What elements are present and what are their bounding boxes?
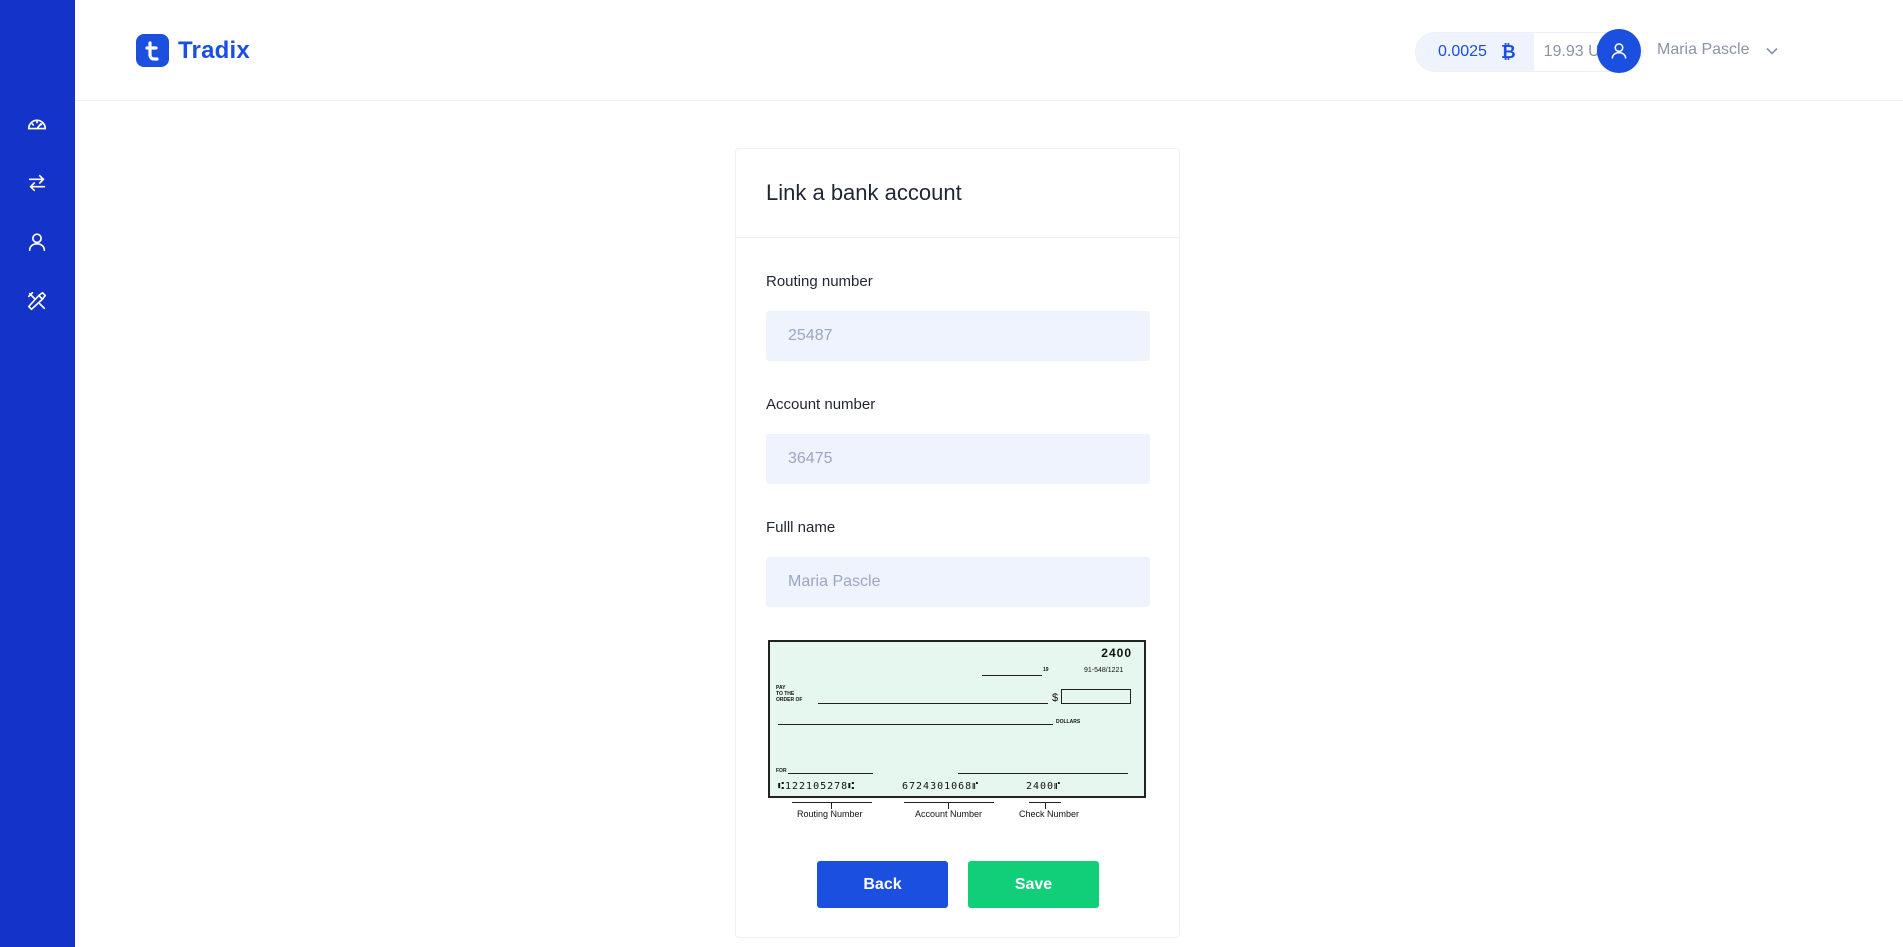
- arrows-exchange-icon[interactable]: [25, 171, 49, 195]
- routing-number-label: Routing number: [766, 273, 873, 290]
- btc-balance: 0.0025 ₿: [1416, 33, 1534, 71]
- check-caption: Check Number: [1019, 809, 1080, 819]
- memo-line: [788, 773, 873, 774]
- bitcoin-icon: ₿: [1500, 41, 1516, 62]
- check-bracket-tick: [1045, 802, 1046, 809]
- link-bank-card: Link a bank account Routing number Accou…: [735, 148, 1180, 938]
- sample-check-illustration: 2400 19 91-548/1221 PAY TO THE ORDER OF …: [768, 640, 1148, 820]
- chevron-down-icon[interactable]: [1765, 44, 1779, 58]
- dollars-label: DOLLARS: [1056, 719, 1081, 725]
- account-number-label: Account number: [766, 396, 876, 413]
- top-bar: Tradix 0.0025 ₿ 19.93 USD Maria Pascle: [75, 0, 1903, 101]
- pay-to-label-3: ORDER OF: [776, 697, 803, 703]
- card-header: Link a bank account: [736, 149, 1179, 238]
- amount-words-line: [778, 724, 1053, 725]
- routing-number-input[interactable]: [766, 311, 1150, 361]
- date-line: [982, 675, 1042, 676]
- back-button[interactable]: Back: [817, 861, 948, 908]
- for-label: FOR: [776, 768, 787, 774]
- date-year: 19: [1043, 667, 1049, 673]
- brand-name: Tradix: [178, 36, 250, 64]
- user-name[interactable]: Maria Pascle: [1657, 41, 1749, 59]
- micr-account: 6724301068⑈: [902, 781, 980, 792]
- user-icon[interactable]: [25, 230, 49, 254]
- save-button[interactable]: Save: [968, 861, 1099, 908]
- check-image: 2400 19 91-548/1221 PAY TO THE ORDER OF …: [768, 640, 1146, 798]
- account-bracket: [904, 802, 994, 803]
- full-name-label: Fulll name: [766, 519, 836, 536]
- full-name-input[interactable]: [766, 557, 1150, 607]
- btc-amount: 0.0025: [1438, 43, 1487, 60]
- amount-box: [1061, 689, 1131, 704]
- user-avatar-icon: [1611, 43, 1627, 59]
- gauge-icon[interactable]: [25, 112, 49, 136]
- avatar[interactable]: [1597, 29, 1641, 73]
- brand-logo[interactable]: Tradix: [136, 34, 250, 67]
- account-caption: Account Number: [915, 809, 983, 819]
- logo-icon: [136, 34, 169, 67]
- payee-line: [818, 703, 1048, 704]
- account-number-input[interactable]: [766, 434, 1150, 484]
- account-bracket-tick: [948, 802, 949, 809]
- tools-icon[interactable]: [25, 289, 49, 313]
- micr-routing: ⑆122105278⑆: [778, 781, 856, 792]
- routing-bracket: [792, 802, 872, 803]
- sidebar: [0, 0, 75, 947]
- micr-check: 2400⑈: [1026, 781, 1062, 792]
- signature-line: [958, 773, 1128, 774]
- page-title: Link a bank account: [766, 180, 962, 205]
- bank-code: 91-548/1221: [1084, 667, 1124, 674]
- check-number: 2400: [1101, 646, 1132, 660]
- routing-caption: Routing Number: [797, 809, 863, 819]
- routing-bracket-tick: [831, 802, 832, 809]
- dollar-sign: $: [1052, 692, 1059, 704]
